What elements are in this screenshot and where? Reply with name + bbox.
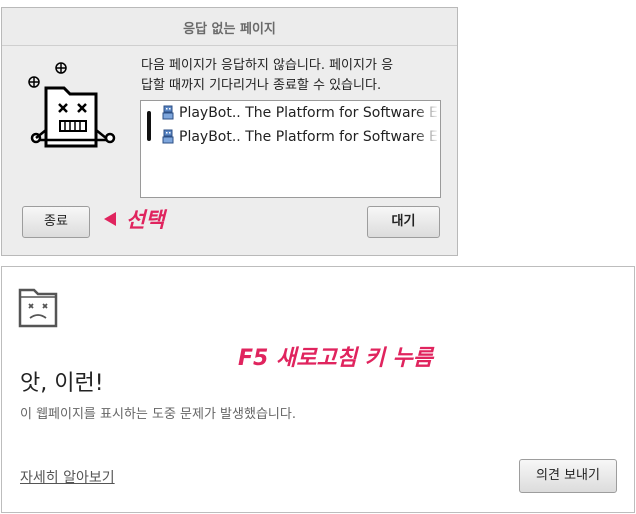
left-arrow-icon	[104, 212, 116, 226]
unresponsive-page-dialog: 응답 없는 페이지 다음 페이지가 응답하지 않습니다. 페이지가 응 답할 때…	[1, 7, 458, 256]
page-title-text: PlayBot.. The Platform for Software E	[179, 105, 438, 121]
select-annotation: 선택	[104, 204, 165, 234]
row-fade	[415, 126, 439, 148]
list-selection-marker	[147, 111, 151, 141]
learn-more-link[interactable]: 자세히 알아보기	[20, 467, 115, 487]
dialog-title: 응답 없는 페이지	[183, 22, 276, 37]
dialog-titlebar: 응답 없는 페이지	[2, 8, 457, 46]
dead-folder-icon	[24, 58, 120, 158]
robot-icon	[161, 105, 175, 121]
select-annotation-text: 선택	[126, 208, 165, 232]
error-page: F5 새로고침 키 누름 앗, 이런! 이 웹페이지를 표시하는 도중 문제가 …	[1, 266, 635, 513]
unresponsive-page-list[interactable]: PlayBot.. The Platform for Software E Pl…	[140, 100, 441, 198]
send-feedback-button[interactable]: 의견 보내기	[519, 459, 617, 493]
end-button[interactable]: 종료	[22, 206, 90, 238]
refresh-annotation: F5 새로고침 키 누름	[238, 346, 433, 371]
wait-button[interactable]: 대기	[367, 206, 440, 238]
list-item[interactable]: PlayBot.. The Platform for Software E	[161, 126, 439, 148]
error-title: 앗, 이런!	[20, 371, 104, 396]
list-item[interactable]: PlayBot.. The Platform for Software E	[161, 102, 439, 124]
sad-folder-icon	[18, 286, 58, 330]
page-title-text: PlayBot.. The Platform for Software E	[179, 129, 438, 145]
error-description: 이 웹페이지를 표시하는 도중 문제가 발생했습니다.	[20, 407, 296, 422]
robot-icon	[161, 129, 175, 145]
row-fade	[415, 102, 439, 124]
dialog-message: 다음 페이지가 응답하지 않습니다. 페이지가 응 답할 때까지 기다리거나 종…	[141, 58, 394, 93]
